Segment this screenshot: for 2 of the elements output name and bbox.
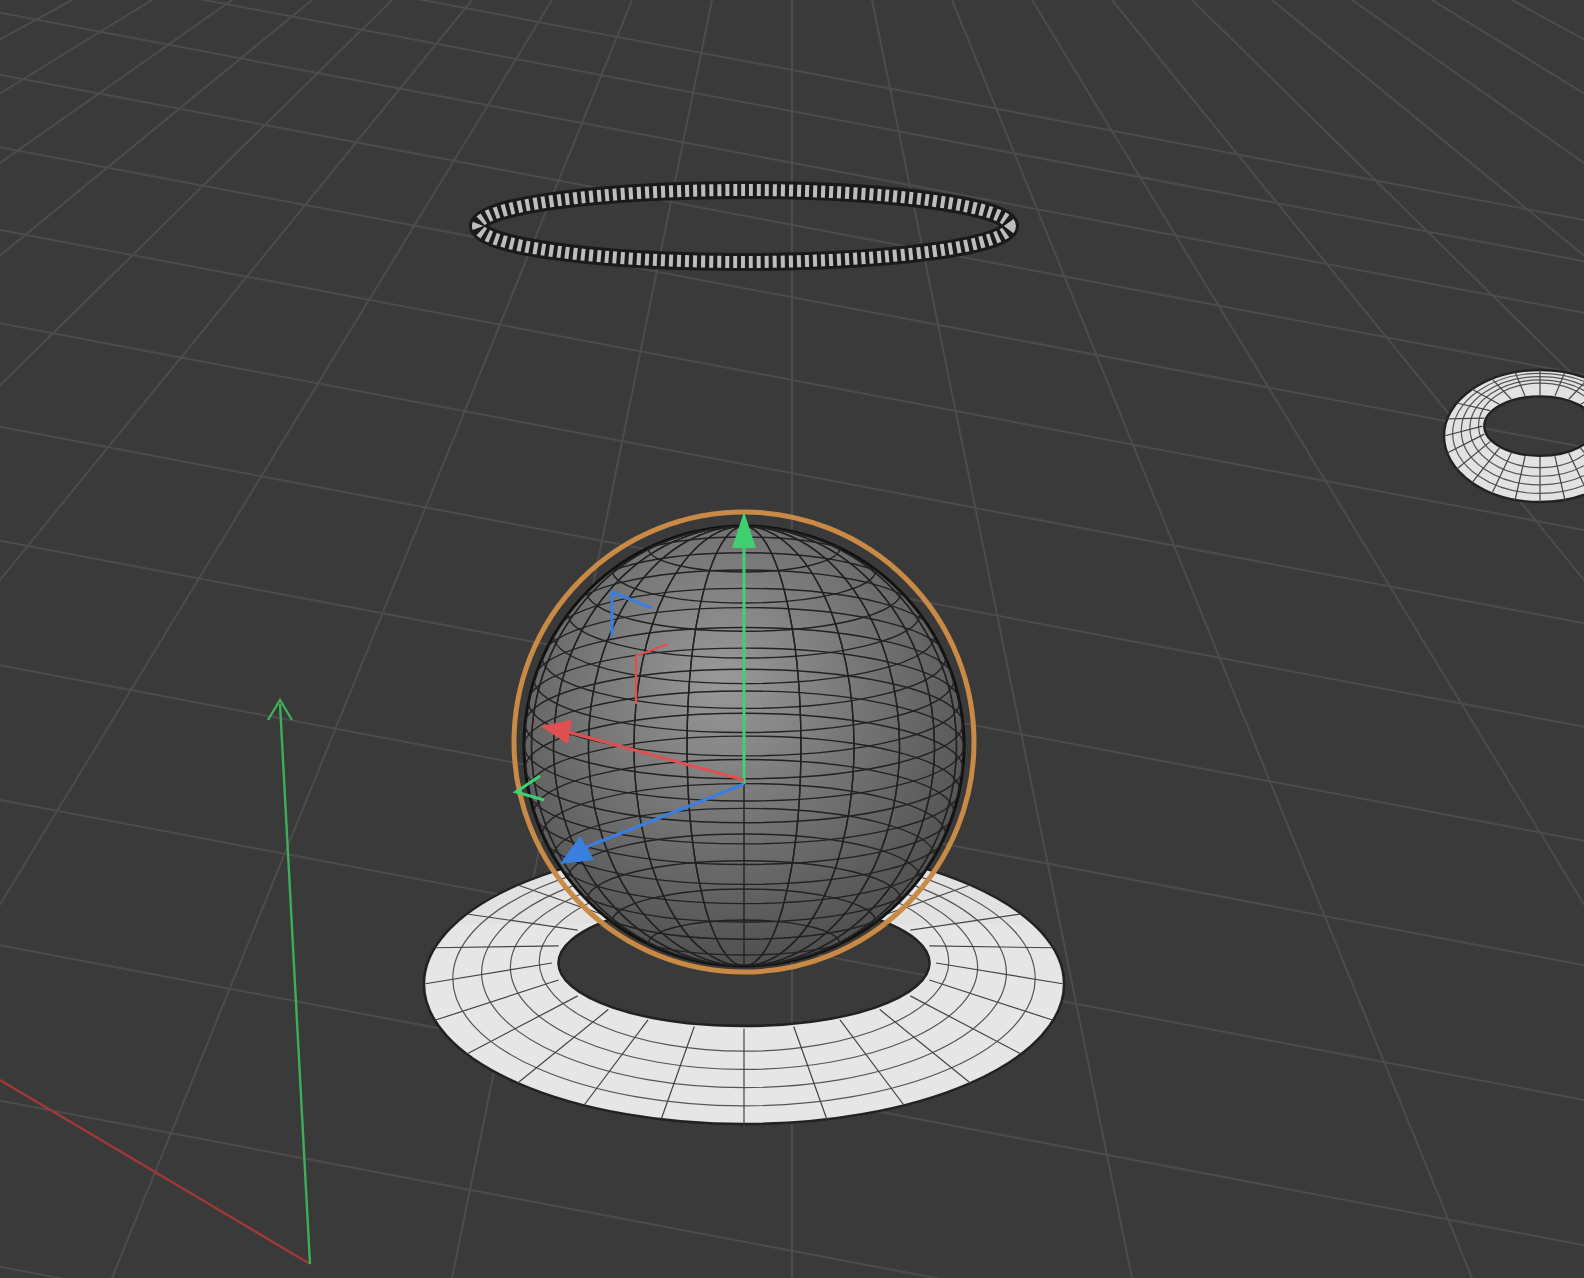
move-gizmo-drawing[interactable]	[512, 512, 756, 864]
3d-viewport[interactable]	[0, 0, 1584, 1278]
